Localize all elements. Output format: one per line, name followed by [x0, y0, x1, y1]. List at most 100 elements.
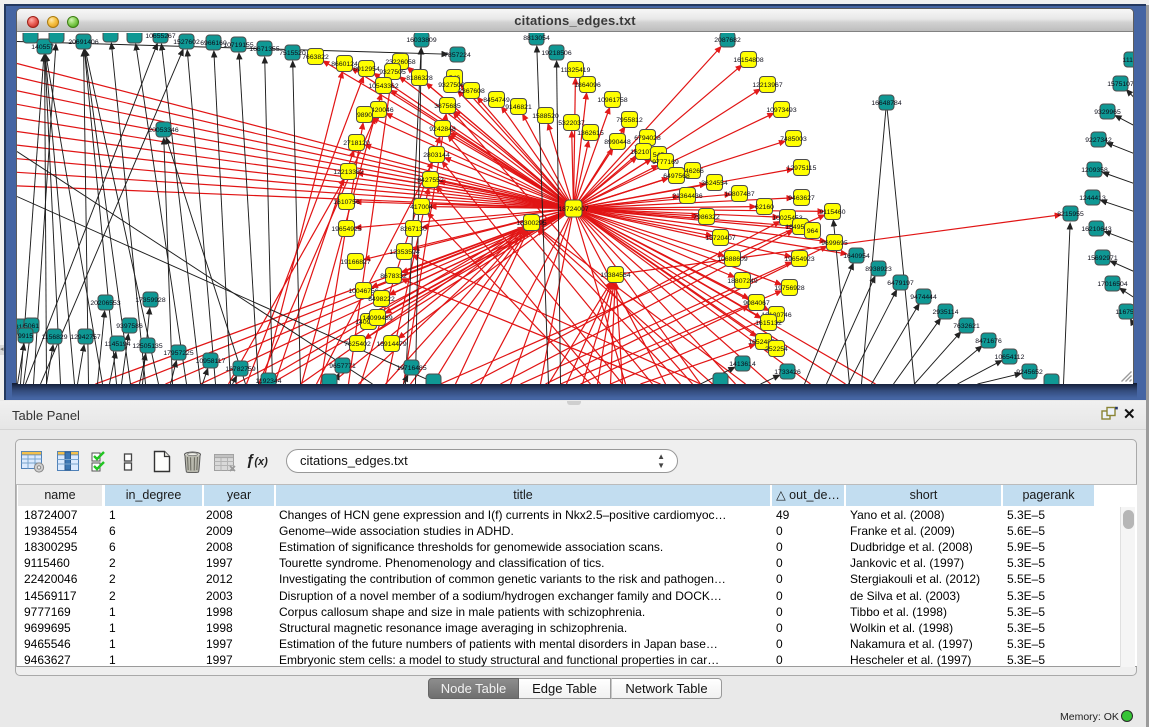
svg-text:7857224: 7857224 [444, 52, 471, 59]
svg-text:15720407: 15720407 [705, 235, 735, 242]
svg-text:14099489: 14099489 [362, 315, 392, 322]
svg-text:2803144: 2803144 [423, 152, 450, 159]
svg-text:1244413: 1244413 [1079, 195, 1106, 202]
svg-text:16782759: 16782759 [225, 366, 255, 373]
svg-text:18300295: 18300295 [516, 220, 546, 227]
svg-text:9115460: 9115460 [820, 209, 846, 216]
svg-text:20691406: 20691406 [68, 39, 98, 46]
svg-text:9227342: 9227342 [1085, 137, 1112, 144]
svg-text:1733426: 1733426 [774, 369, 801, 376]
svg-text:8990448: 8990448 [604, 139, 631, 146]
svg-text:12353594: 12353594 [389, 249, 419, 256]
svg-text:8938923: 8938923 [865, 266, 892, 273]
svg-text:9474444: 9474444 [910, 294, 937, 301]
svg-text:8471676: 8471676 [975, 338, 1002, 345]
svg-text:1413614: 1413614 [729, 361, 756, 368]
svg-text:16210643: 16210643 [1081, 226, 1111, 233]
svg-text:20206553: 20206553 [90, 300, 120, 307]
svg-text:8427552: 8427552 [417, 177, 444, 184]
svg-text:11171: 11171 [1123, 57, 1133, 64]
svg-text:17957225: 17957225 [163, 350, 193, 357]
svg-text:17359928: 17359928 [135, 297, 165, 304]
svg-text:1156829: 1156829 [42, 334, 68, 341]
svg-text:10958117: 10958117 [196, 358, 226, 365]
svg-text:8454749: 8454749 [483, 97, 510, 104]
svg-text:16671355: 16671355 [249, 46, 279, 53]
svg-text:12942757: 12942757 [70, 334, 100, 341]
svg-text:7625402: 7625402 [344, 341, 371, 348]
svg-text:1588520: 1588520 [532, 113, 559, 120]
svg-text:8186328: 8186328 [406, 75, 433, 82]
svg-text:19654923: 19654923 [784, 256, 814, 263]
svg-text:7632621: 7632621 [953, 323, 980, 330]
svg-text:1209358: 1209358 [1081, 167, 1108, 174]
svg-text:964: 964 [807, 228, 819, 235]
svg-text:6794028: 6794028 [634, 135, 661, 142]
svg-text:18724007: 18724007 [558, 206, 588, 213]
svg-text:9146821: 9146821 [505, 104, 532, 111]
svg-text:7986322: 7986322 [693, 214, 720, 221]
svg-text:12213382: 12213382 [333, 169, 363, 176]
svg-text:1615132: 1615132 [755, 320, 782, 327]
svg-text:18807249: 18807249 [727, 278, 757, 285]
svg-text:9915: 9915 [18, 333, 33, 340]
svg-text:8912954: 8912954 [353, 66, 380, 73]
svg-text:9777169: 9777169 [652, 159, 679, 166]
svg-text:9329965: 9329965 [1094, 109, 1121, 116]
svg-text:9327505: 9327505 [379, 69, 406, 76]
svg-text:1575107: 1575107 [1107, 81, 1133, 88]
svg-text:2087682: 2087682 [714, 37, 741, 44]
svg-text:8215955: 8215955 [1057, 211, 1084, 218]
svg-text:10973493: 10973493 [766, 107, 796, 114]
svg-text:10655267: 10655267 [145, 33, 175, 40]
svg-text:8498222: 8498222 [368, 296, 395, 303]
svg-text:8813054: 8813054 [523, 35, 550, 42]
svg-text:9890: 9890 [357, 112, 372, 119]
svg-text:12975115: 12975115 [787, 165, 817, 172]
svg-text:2367608: 2367608 [458, 88, 485, 95]
svg-text:10807487: 10807487 [724, 191, 754, 198]
svg-text:9657771: 9657771 [329, 363, 356, 370]
svg-text:1527602: 1527602 [173, 39, 200, 46]
svg-text:19384554: 19384554 [600, 272, 630, 279]
svg-text:5322037: 5322037 [558, 120, 585, 127]
svg-text:6497568: 6497568 [663, 173, 690, 180]
svg-text:9084067: 9084067 [743, 300, 770, 307]
svg-text:16033809: 16033809 [406, 37, 436, 44]
svg-text:19654925: 19654925 [331, 226, 361, 233]
svg-text:10654112: 10654112 [995, 354, 1025, 361]
svg-text:6479197: 6479197 [887, 280, 914, 287]
svg-text:1362615: 1362615 [577, 130, 604, 137]
svg-text:9245652: 9245652 [1016, 369, 1043, 376]
svg-text:62160: 62160 [755, 204, 774, 211]
svg-text:19218506: 19218506 [541, 50, 571, 57]
svg-text:19166827: 19166827 [340, 259, 370, 266]
svg-text:16154808: 16154808 [733, 57, 763, 64]
svg-text:1640954: 1640954 [843, 253, 870, 260]
svg-text:17016504: 17016504 [1097, 281, 1127, 288]
svg-text:9699695: 9699695 [821, 240, 848, 247]
svg-text:1405571: 1405571 [31, 44, 58, 51]
svg-text:12213967: 12213967 [752, 82, 782, 89]
svg-text:19716485: 19716485 [396, 365, 426, 372]
svg-text:16914479: 16914479 [376, 341, 406, 348]
svg-text:12505135: 12505135 [132, 343, 162, 350]
svg-text:2718120: 2718120 [343, 140, 370, 147]
svg-text:8678332: 8678332 [380, 273, 407, 280]
svg-text:9242848: 9242848 [429, 126, 456, 133]
svg-text:10688609: 10688609 [717, 256, 747, 263]
svg-text:7485003: 7485003 [780, 136, 807, 143]
svg-text:1145194: 1145194 [105, 341, 131, 348]
svg-text:10543362: 10543362 [368, 83, 398, 90]
svg-text:1864096: 1864096 [574, 82, 601, 89]
svg-text:252254: 252254 [765, 346, 788, 353]
svg-text:7663822: 7663822 [302, 54, 329, 61]
svg-text:21364436: 21364436 [672, 193, 702, 200]
svg-text:1192344: 1192344 [256, 378, 282, 384]
svg-text:7955812: 7955812 [616, 117, 643, 124]
svg-text:15692971: 15692971 [1087, 255, 1117, 262]
svg-text:1610756: 1610756 [333, 199, 360, 206]
svg-text:417004: 417004 [410, 204, 433, 211]
svg-text:3875685: 3875685 [434, 103, 461, 110]
svg-text:10961758: 10961758 [597, 97, 627, 104]
